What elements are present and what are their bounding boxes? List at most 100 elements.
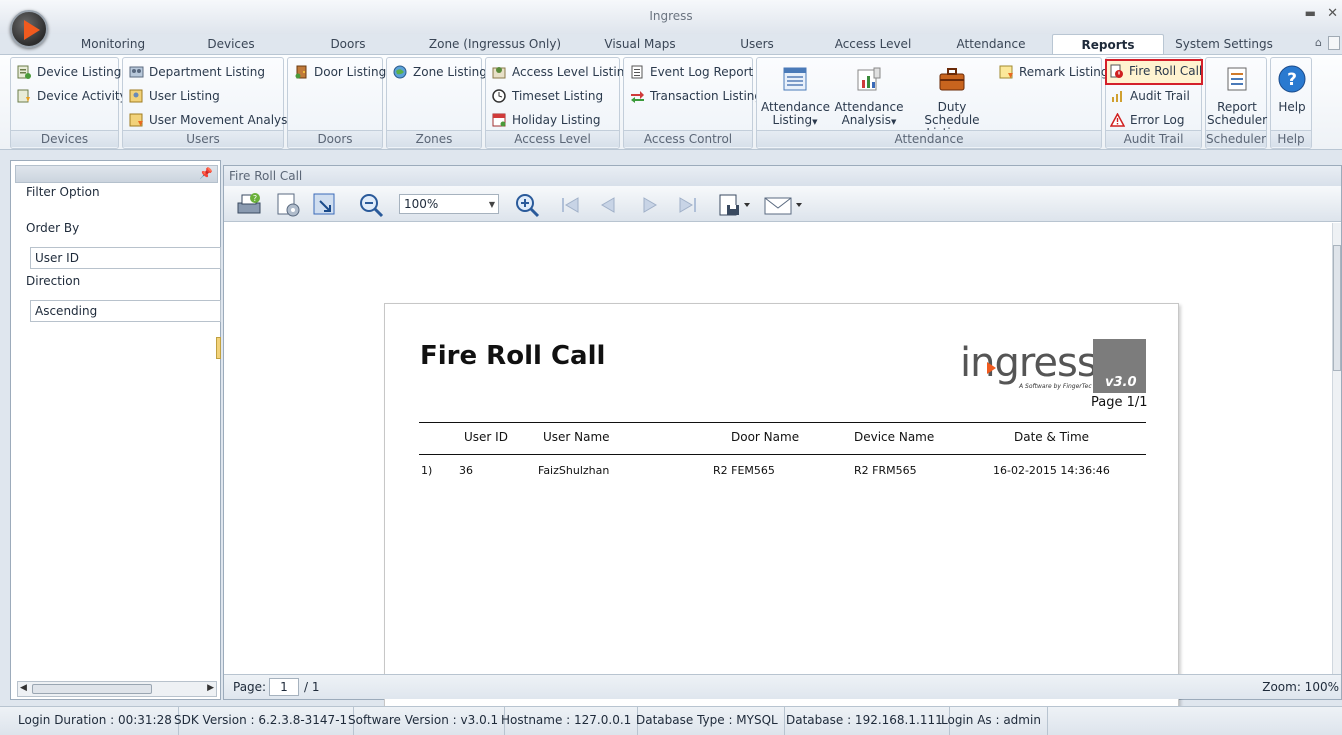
vertical-scrollbar[interactable] [1332, 223, 1341, 674]
logo-version: v3.0 [1105, 375, 1137, 390]
tab-devices[interactable]: Devices [196, 34, 266, 56]
scrollbar-thumb[interactable] [1333, 245, 1341, 371]
cell-date-time: 16-02-2015 14:36:46 [993, 464, 1110, 477]
tab-users[interactable]: Users [730, 34, 784, 56]
close-icon[interactable]: ✕ [1327, 6, 1338, 21]
help-icon: ? [1278, 65, 1306, 93]
access-level-listing-label: Access Level Listing [512, 65, 632, 79]
logo-play-icon [987, 362, 996, 374]
scroll-left-icon[interactable]: ◀ [20, 683, 27, 693]
fire-roll-call-icon [1110, 64, 1123, 78]
next-page-icon[interactable] [634, 191, 664, 219]
pin-icon[interactable]: 📌 [199, 167, 213, 180]
timeset-listing-button[interactable]: Timeset Listing [490, 86, 603, 106]
event-log-icon [631, 65, 643, 79]
filter-panel: 📌 Filter Option Order By User ID Directi… [10, 160, 221, 700]
attendance-analysis-button[interactable]: Attendance Analysis▼ [833, 64, 905, 129]
tab-attendance[interactable]: Attendance [950, 34, 1032, 56]
minimize-icon[interactable]: ▬ [1305, 6, 1316, 20]
briefcase-icon [939, 68, 965, 91]
tab-zone[interactable]: Zone (Ingressus Only) [420, 34, 570, 56]
user-listing-button[interactable]: User Listing [127, 86, 220, 106]
fire-roll-call-label: Fire Roll Call [1129, 64, 1203, 78]
event-log-report-button[interactable]: Event Log Report [628, 62, 753, 82]
user-movement-analysis-label: User Movement Analysis [149, 113, 297, 127]
zone-listing-button[interactable]: Zone Listing [391, 62, 487, 82]
header-bottom-rule [419, 454, 1146, 455]
attendance-listing-line2: Listing [772, 113, 813, 127]
collapse-ribbon-icon[interactable]: ⌂ [1315, 36, 1322, 49]
last-page-icon[interactable] [672, 191, 702, 219]
order-by-select[interactable]: User ID [30, 247, 221, 269]
column-header-date-time: Date & Time [1014, 430, 1090, 444]
device-listing-button[interactable]: Device Listing [15, 62, 121, 82]
audit-trail-label: Audit Trail [1130, 89, 1190, 103]
group-doors-label: Doors [288, 130, 382, 147]
attendance-listing-button[interactable]: Attendance Listing▼ [761, 64, 830, 129]
zone-icon [393, 65, 407, 79]
print-icon[interactable]: ? [234, 191, 264, 219]
transaction-listing-button[interactable]: Transaction Listing [628, 86, 762, 106]
duty-schedule-line1: Duty Schedule [924, 100, 980, 127]
device-listing-icon [17, 65, 31, 79]
attendance-analysis-line2: Analysis [841, 113, 892, 127]
previous-page-icon[interactable] [594, 191, 624, 219]
help-button[interactable]: ? Help [1272, 64, 1312, 114]
department-icon [129, 66, 144, 78]
device-activity-button[interactable]: Device Activity [15, 86, 127, 106]
scroll-right-icon[interactable]: ▶ [207, 683, 214, 693]
splitter-handle[interactable] [216, 337, 221, 359]
save-icon[interactable] [716, 191, 752, 219]
svg-text:?: ? [1287, 70, 1297, 90]
user-movement-analysis-button[interactable]: User Movement Analysis [127, 110, 297, 130]
zoom-out-icon[interactable] [356, 191, 386, 219]
status-database-type: Database Type : MYSQL [630, 707, 785, 735]
ingress-logo: ingress [960, 340, 1098, 386]
transaction-listing-label: Transaction Listing [650, 89, 762, 103]
department-listing-button[interactable]: Department Listing [127, 62, 265, 82]
email-icon[interactable] [762, 191, 806, 219]
cell-user-name: FaizShulzhan [538, 464, 610, 477]
audit-trail-button[interactable]: Audit Trail [1108, 86, 1190, 106]
column-header-user-id: User ID [464, 430, 508, 444]
error-log-button[interactable]: Error Log [1108, 110, 1185, 130]
group-access-control-label: Access Control [624, 130, 752, 147]
app-logo-icon[interactable] [10, 10, 48, 48]
window-restore-icon[interactable] [1328, 36, 1340, 50]
ribbon: Device Listing Device Activity Devices D… [0, 54, 1342, 150]
first-page-icon[interactable] [556, 191, 586, 219]
cell-device-name: R2 FRM565 [854, 464, 917, 477]
holiday-listing-button[interactable]: Holiday Listing [490, 110, 600, 130]
access-level-listing-button[interactable]: Access Level Listing [490, 62, 632, 82]
direction-select[interactable]: Ascending [30, 300, 221, 322]
access-level-icon [492, 67, 506, 79]
zoom-in-icon[interactable] [512, 191, 542, 219]
order-by-label: Order By [26, 221, 80, 235]
tab-access-level[interactable]: Access Level [830, 34, 916, 56]
group-access-control: Event Log Report Transaction Listing Acc… [623, 57, 762, 149]
row-index: 1) [421, 464, 433, 477]
tab-doors[interactable]: Doors [320, 34, 376, 56]
filter-option-title: Filter Option [26, 185, 100, 199]
group-access-level-label: Access Level [486, 130, 619, 147]
zoom-select[interactable]: 100% ▼ [399, 194, 499, 214]
group-scheduler-label: Scheduler [1206, 130, 1267, 147]
door-listing-button[interactable]: Door Listing [292, 62, 386, 82]
scrollbar-thumb[interactable] [32, 684, 152, 694]
group-doors: Door Listing Doors [287, 57, 386, 149]
tab-reports[interactable]: Reports [1052, 34, 1164, 56]
page-setup-icon[interactable] [274, 191, 304, 219]
tab-monitoring[interactable]: Monitoring [70, 34, 156, 56]
fire-roll-call-button[interactable]: Fire Roll Call [1105, 59, 1203, 85]
group-devices: Device Listing Device Activity Devices [10, 57, 127, 149]
zone-listing-label: Zone Listing [413, 65, 487, 79]
report-scheduler-button[interactable]: Report Scheduler [1207, 64, 1267, 127]
department-listing-label: Department Listing [149, 65, 265, 79]
tab-system-settings[interactable]: System Settings [1172, 34, 1276, 56]
export-icon[interactable] [310, 191, 340, 219]
remark-listing-button[interactable]: Remark Listing [997, 62, 1108, 82]
tab-visual-maps[interactable]: Visual Maps [598, 34, 682, 56]
report-viewer-panel: Fire Roll Call ? 100% ▼ Fire Roll Call in… [223, 165, 1342, 733]
horizontal-scrollbar[interactable]: ◀ ▶ [17, 681, 217, 697]
page-number-input[interactable]: 1 [269, 678, 299, 696]
